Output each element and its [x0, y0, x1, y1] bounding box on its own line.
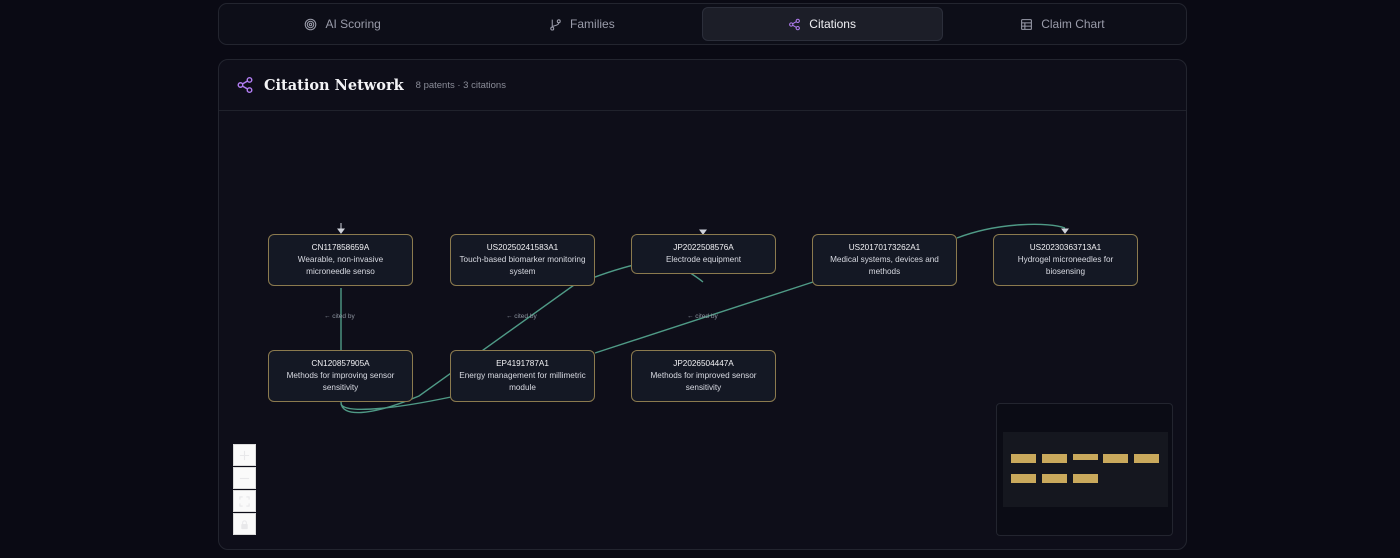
tab-ai-scoring[interactable]: AI Scoring — [223, 7, 462, 41]
minimap-node — [1011, 454, 1036, 463]
minimap-node — [1042, 454, 1067, 463]
tab-label: Families — [570, 17, 615, 31]
minimap-node — [1073, 474, 1098, 483]
patent-node[interactable]: JP2026504447A Methods for improved senso… — [631, 350, 776, 402]
patent-id: JP2022508576A — [673, 243, 734, 253]
lock-icon — [241, 519, 248, 529]
minimap-node — [1073, 454, 1098, 460]
tab-citations[interactable]: Citations — [701, 7, 943, 41]
patent-id: JP2026504447A — [673, 359, 734, 369]
patent-node[interactable]: US20170173262A1 Medical systems, devices… — [812, 234, 957, 286]
patent-title: Electrode equipment — [665, 255, 742, 264]
graph-controls — [233, 444, 256, 535]
citation-network-panel: Citation Network 8 patents · 3 citations — [218, 59, 1187, 550]
patent-node[interactable]: US20230363713A1 Hydrogel microneedles fo… — [993, 234, 1138, 286]
minimap[interactable] — [996, 403, 1173, 536]
patent-id: CN120857905A — [311, 359, 370, 369]
patent-node[interactable]: EP4191787A1 Energy management for millim… — [450, 350, 595, 402]
table-icon — [1021, 18, 1033, 30]
tab-label: Citations — [809, 17, 856, 31]
tab-claim-chart[interactable]: Claim Chart — [943, 7, 1182, 41]
panel-meta: 8 patents · 3 citations — [415, 79, 506, 91]
patent-title: Methods for improving sensor sensitivity — [286, 371, 395, 392]
edge-label: ← cited by — [324, 313, 355, 320]
minimap-node — [1011, 474, 1036, 483]
git-branch-icon — [550, 18, 561, 31]
patent-title: Touch-based biomarker monitoring system — [459, 255, 586, 276]
patent-node[interactable]: CN117858659A Wearable, non-invasive micr… — [268, 234, 413, 286]
minus-icon — [239, 477, 250, 479]
target-icon — [305, 18, 317, 30]
edge-label: ← cited by — [687, 313, 718, 320]
patent-id: US20230363713A1 — [1029, 243, 1102, 253]
patent-node[interactable]: CN120857905A Methods for improving senso… — [268, 350, 413, 402]
plus-icon — [239, 450, 250, 460]
tab-label: AI Scoring — [325, 17, 381, 31]
panel-title: Citation Network — [264, 76, 404, 94]
minimap-node — [1042, 474, 1067, 483]
minimap-node — [1134, 454, 1159, 463]
edge-label: ← cited by — [506, 313, 537, 320]
patent-title: Hydrogel microneedles for biosensing — [1017, 255, 1114, 276]
tab-label: Claim Chart — [1041, 17, 1105, 31]
minimap-node — [1103, 454, 1128, 463]
share-icon — [789, 18, 801, 30]
patent-id: EP4191787A1 — [496, 359, 549, 369]
patent-title: Medical systems, devices and methods — [830, 255, 939, 276]
view-tabs: AI Scoring Families Citations Claim Char… — [218, 3, 1187, 45]
patent-id: US20170173262A1 — [848, 243, 921, 253]
panel-header: Citation Network 8 patents · 3 citations — [219, 60, 1186, 111]
patent-id: US20250241583A1 — [486, 243, 559, 253]
fit-view-button[interactable] — [233, 490, 256, 512]
patent-node[interactable]: US20250241583A1 Touch-based biomarker mo… — [450, 234, 595, 286]
zoom-out-button[interactable] — [233, 467, 256, 489]
patent-title: Methods for improved sensor sensitivity — [650, 371, 757, 392]
zoom-in-button[interactable] — [233, 444, 256, 466]
patent-title: Energy management for millimetric module — [459, 371, 586, 392]
fit-view-icon — [239, 495, 250, 507]
patent-id: CN117858659A — [311, 243, 370, 253]
tab-families[interactable]: Families — [462, 7, 701, 41]
lock-button[interactable] — [233, 513, 256, 535]
graph-canvas[interactable]: CN117858659A Wearable, non-invasive micr… — [219, 112, 1186, 549]
patent-title: Wearable, non-invasive microneedle senso — [297, 255, 384, 276]
share-icon — [237, 76, 253, 94]
minimap-viewport — [1003, 432, 1168, 507]
patent-node[interactable]: JP2022508576A Electrode equipment — [631, 234, 776, 274]
